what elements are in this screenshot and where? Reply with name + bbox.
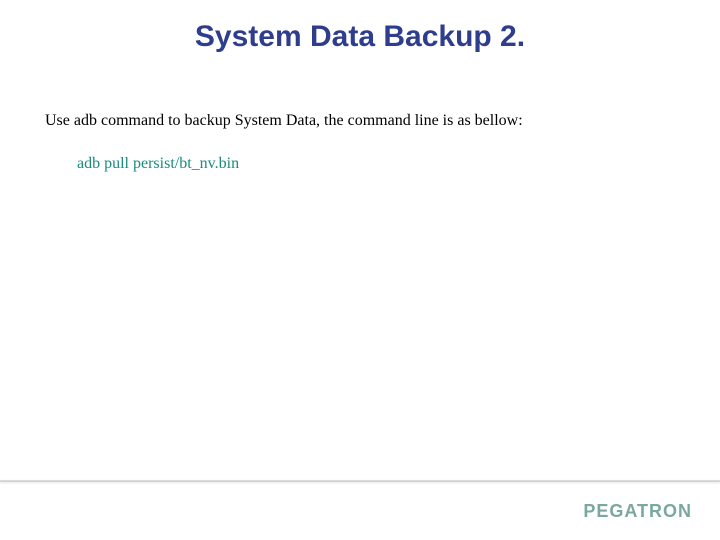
footer-divider (0, 480, 720, 482)
slide-content: Use adb command to backup System Data, t… (0, 64, 720, 173)
slide-title: System Data Backup 2. (0, 0, 720, 64)
command-text: adb pull persist/bt_nv.bin (77, 155, 675, 173)
footer-logo: PEGATRON (583, 501, 692, 522)
instruction-text: Use adb command to backup System Data, t… (45, 109, 675, 133)
